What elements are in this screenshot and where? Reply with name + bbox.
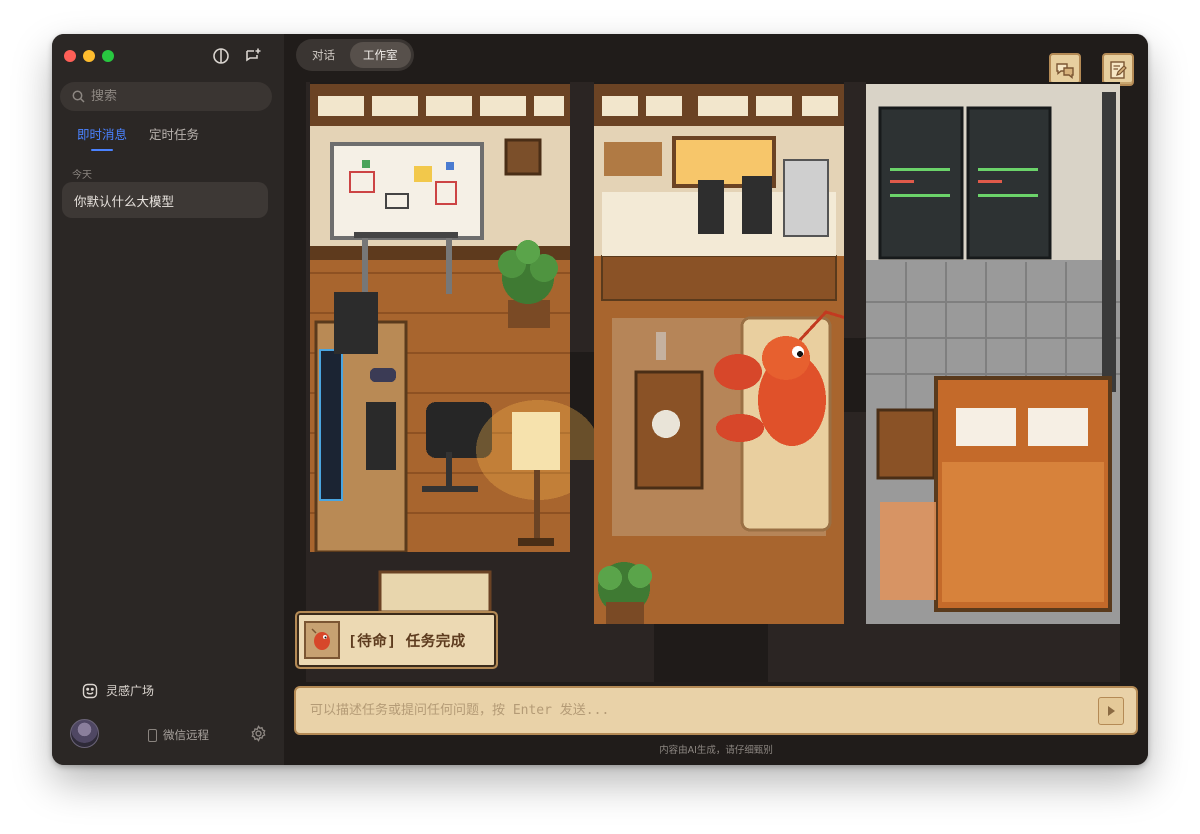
search-box[interactable]	[60, 82, 272, 111]
plant-hallway	[598, 562, 652, 626]
tab-scheduled-tasks[interactable]: 定时任务	[149, 124, 199, 151]
inspiration-plaza-link[interactable]: 灵感广场	[82, 682, 154, 699]
inspiration-label: 灵感广场	[106, 684, 155, 698]
agent-status-card: [待命] 任务完成	[295, 611, 498, 669]
server-bedroom	[866, 84, 1120, 624]
search-icon	[72, 90, 85, 103]
notepad-edit-icon	[1110, 60, 1127, 79]
tab-studio[interactable]: 工作室	[350, 42, 411, 68]
app-window: 即时消息 定时任务 今天 你默认什么大模型 灵感广场 微信远程 对话	[52, 34, 1148, 765]
sidebar-toggle-icon[interactable]	[212, 47, 230, 65]
close-window-button[interactable]	[64, 50, 76, 62]
minimize-window-button[interactable]	[83, 50, 95, 62]
send-arrow-icon	[1108, 705, 1115, 716]
smile-icon	[82, 683, 98, 698]
prompt-bar	[294, 686, 1138, 735]
avatar[interactable]	[70, 719, 99, 748]
window-controls	[64, 50, 114, 62]
sidebar-toolbar	[212, 47, 262, 65]
view-switcher: 对话 工作室	[296, 39, 414, 71]
sidebar: 即时消息 定时任务 今天 你默认什么大模型 灵感广场 微信远程	[52, 34, 284, 765]
chat-bubbles-icon	[1056, 62, 1074, 79]
phone-icon	[148, 728, 157, 742]
tab-instant-messages[interactable]: 即时消息	[77, 124, 127, 151]
new-chat-icon[interactable]	[244, 47, 262, 65]
hallway-window	[378, 570, 492, 614]
main-area: 对话 工作室 [待命] 任务完成 可以描述任务或提问任何问题，按 Enter 发…	[284, 34, 1148, 765]
sidebar-tabs: 即时消息 定时任务	[77, 124, 199, 151]
ai-disclaimer: 内容由AI生成，请仔细甄别	[659, 745, 773, 756]
conversation-item[interactable]: 你默认什么大模型	[62, 182, 268, 218]
sidebar-footer: 微信远程	[70, 719, 270, 749]
agent-status-text: [待命] 任务完成	[348, 633, 466, 650]
wechat-remote-label: 微信远程	[163, 728, 209, 742]
send-button[interactable]	[1098, 696, 1124, 725]
lobster-portrait-icon	[304, 621, 340, 659]
gear-icon[interactable]	[250, 725, 267, 742]
search-input[interactable]	[91, 89, 251, 104]
studio-scene	[306, 82, 1120, 682]
prompt-input[interactable]	[310, 703, 1098, 718]
tab-chat[interactable]: 对话	[299, 42, 348, 68]
wechat-remote-button[interactable]: 微信远程	[148, 727, 209, 743]
maximize-window-button[interactable]	[102, 50, 114, 62]
date-group-label: 今天	[72, 170, 92, 181]
computer-desk	[314, 292, 408, 554]
wall-picture	[504, 138, 542, 176]
